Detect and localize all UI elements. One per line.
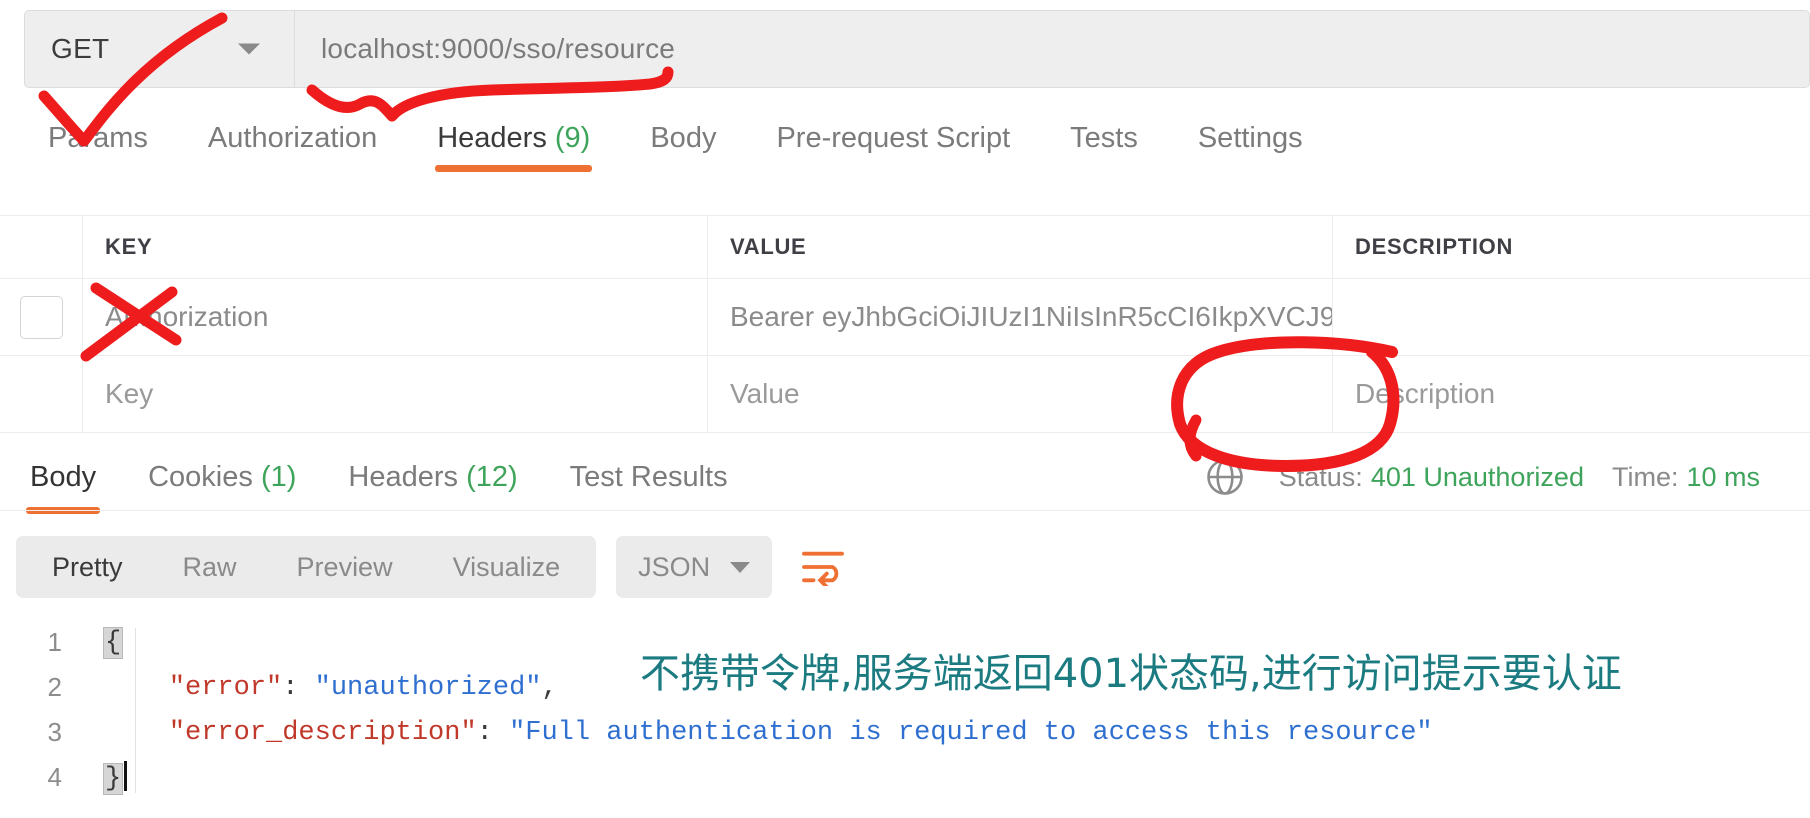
row-description-cell[interactable]: Description [1333,356,1810,432]
tab-settings-label: Settings [1197,122,1303,154]
response-tab-cookies-count: (1) [260,461,297,493]
wrap-lines-button[interactable] [792,536,854,598]
response-tab-headers-label: Headers [348,461,459,493]
url-input[interactable]: localhost:9000/sso/resource [295,11,1809,87]
tab-headers-count: (9) [554,122,591,154]
http-method-label: GET [51,33,110,64]
header-cell-value: VALUE [708,216,1333,278]
column-title-description: DESCRIPTION [1355,234,1514,259]
json-open-brace: { [102,626,124,659]
row-checkbox-cell[interactable] [0,279,83,355]
text-caret [124,761,128,791]
code-fold-rule [135,628,136,793]
tab-params-label: Params [48,122,148,154]
view-mode-preview[interactable]: Preview [267,536,423,598]
row-key-cell[interactable]: Key [83,356,708,432]
format-label: JSON [638,551,711,582]
response-tab-cookies[interactable]: Cookies (1) [122,444,322,510]
http-method-select[interactable]: GET [25,11,295,87]
table-row[interactable]: Key Value Description [0,356,1810,433]
view-mode-pretty[interactable]: Pretty [22,536,153,598]
view-mode-visualize[interactable]: Visualize [423,536,591,598]
row-checkbox-cell[interactable] [0,356,83,432]
response-tab-body-label: Body [30,461,97,493]
tab-tests-label: Tests [1070,122,1138,154]
tab-headers-label: Headers [437,122,547,154]
response-tab-headers-count: (12) [466,461,518,493]
tab-settings[interactable]: Settings [1168,100,1333,155]
tab-headers[interactable]: Headers (9) [407,100,620,172]
column-title-key: KEY [105,234,153,259]
response-tab-headers[interactable]: Headers (12) [322,444,543,510]
row-key-cell[interactable]: Authorization [83,279,708,355]
header-cell-description: DESCRIPTION [1333,216,1810,278]
chevron-down-icon [238,43,260,55]
row-description-placeholder: Description [1355,378,1496,409]
row-checkbox[interactable] [19,295,63,339]
request-tabs: Params Authorization Headers (9) Body Pr… [0,100,1810,186]
tab-body[interactable]: Body [620,100,746,155]
status-badge: 401 Unauthorized [1370,461,1584,492]
status-label: Status: [1278,461,1363,492]
response-tab-cookies-label: Cookies [148,461,253,493]
tab-authorization[interactable]: Authorization [178,100,407,155]
response-meta: Status: 401 Unauthorized Time: 10 ms [1203,444,1788,510]
table-header-row: KEY VALUE DESCRIPTION [0,216,1810,279]
code-line: 3 "error_description": "Full authenticat… [0,710,1810,755]
wrap-lines-icon [802,551,845,586]
tab-authorization-label: Authorization [207,122,378,154]
tab-params[interactable]: Params [18,100,178,155]
json-key: "error_description" [168,717,477,748]
active-underline [435,165,593,172]
response-view-toolbar: Pretty Raw Preview Visualize JSON [0,528,1810,606]
response-tab-test-results-label: Test Results [569,461,728,493]
tab-body-label: Body [650,122,717,154]
header-cell-checkbox [0,216,83,278]
line-number: 2 [47,672,62,702]
annotation-chinese-note: 不携带令牌,服务端返回401状态码,进行访问提示要认证 [640,651,1622,697]
time-label: Time: [1611,461,1679,492]
json-close-brace: } [102,763,124,795]
postman-window: GET localhost:9000/sso/resource Params A… [0,0,1810,818]
chevron-down-icon [730,561,751,573]
headers-table: KEY VALUE DESCRIPTION Authorization Bear… [0,215,1810,433]
json-value: "Full authentication is required to acce… [509,717,1433,748]
table-row[interactable]: Authorization Bearer eyJhbGciOiJIUzI1NiI… [0,279,1810,356]
tab-pre-request-script[interactable]: Pre-request Script [746,100,1040,155]
line-number: 4 [47,762,62,792]
json-key: "error" [168,672,283,703]
view-mode-raw[interactable]: Raw [153,536,267,598]
row-key-text: Authorization [105,301,269,332]
tab-pre-request-script-label: Pre-request Script [776,122,1011,154]
format-select[interactable]: JSON [616,536,773,598]
row-value-text: Bearer eyJhbGciOiJIUzI1NiIsInR5cCI6IkpXV… [730,301,1332,332]
code-line: 4 } [0,755,1810,800]
row-description-cell[interactable] [1333,279,1810,355]
url-box: GET localhost:9000/sso/resource [24,10,1810,88]
response-tab-test-results[interactable]: Test Results [544,444,754,510]
request-url-row: GET localhost:9000/sso/resource [0,0,1810,100]
time-value: 10 ms [1686,461,1760,492]
json-colon: : [282,672,315,703]
line-number: 3 [47,717,62,747]
row-value-placeholder: Value [730,378,800,409]
header-cell-key: KEY [83,216,708,278]
json-colon: : [476,717,510,748]
json-value: "unauthorized" [314,672,542,703]
tab-tests[interactable]: Tests [1040,100,1168,155]
response-divider [0,510,1810,511]
globe-icon[interactable] [1203,455,1247,499]
line-number: 1 [47,627,62,657]
row-value-cell[interactable]: Bearer eyJhbGciOiJIUzI1NiIsInR5cCI6IkpXV… [708,279,1333,355]
response-tab-body[interactable]: Body [4,444,122,514]
row-value-cell[interactable]: Value [708,356,1333,432]
row-key-placeholder: Key [105,378,154,409]
column-title-value: VALUE [730,234,807,259]
view-mode-group: Pretty Raw Preview Visualize [16,536,597,598]
json-comma: , [541,672,558,703]
